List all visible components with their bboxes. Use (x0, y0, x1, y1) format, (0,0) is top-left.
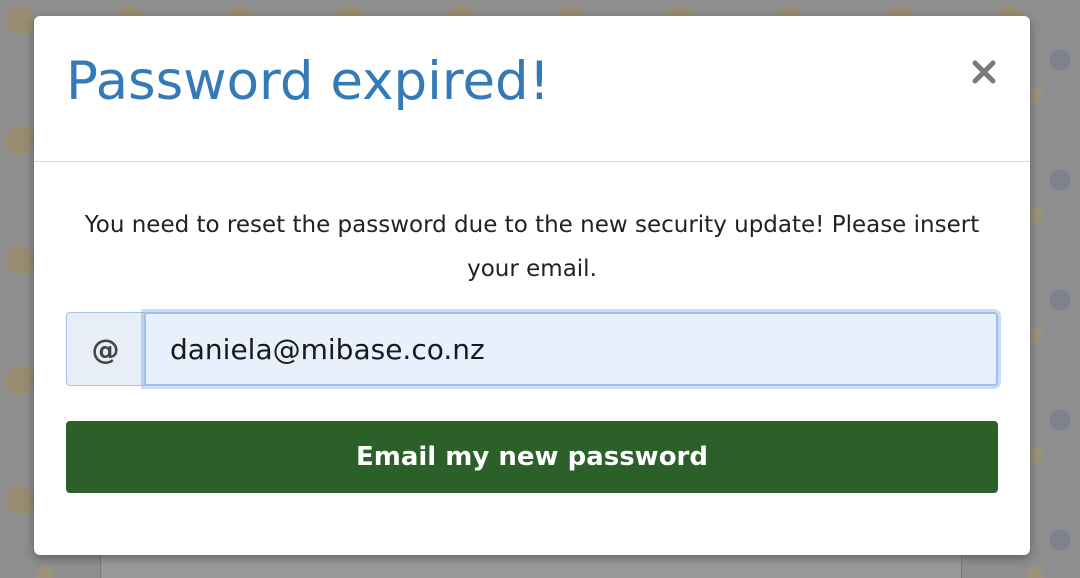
email-field[interactable] (144, 312, 998, 386)
password-expired-modal: Password expired! You need to reset the … (34, 16, 1030, 555)
email-new-password-button[interactable]: Email my new password (66, 421, 998, 493)
close-button[interactable] (968, 54, 1000, 90)
modal-header: Password expired! (34, 16, 1030, 162)
close-icon (972, 60, 996, 84)
email-input-group: @ (66, 312, 998, 386)
modal-title: Password expired! (66, 51, 550, 112)
reset-message: You need to reset the password due to th… (84, 212, 980, 282)
at-sign-addon: @ (66, 312, 144, 386)
